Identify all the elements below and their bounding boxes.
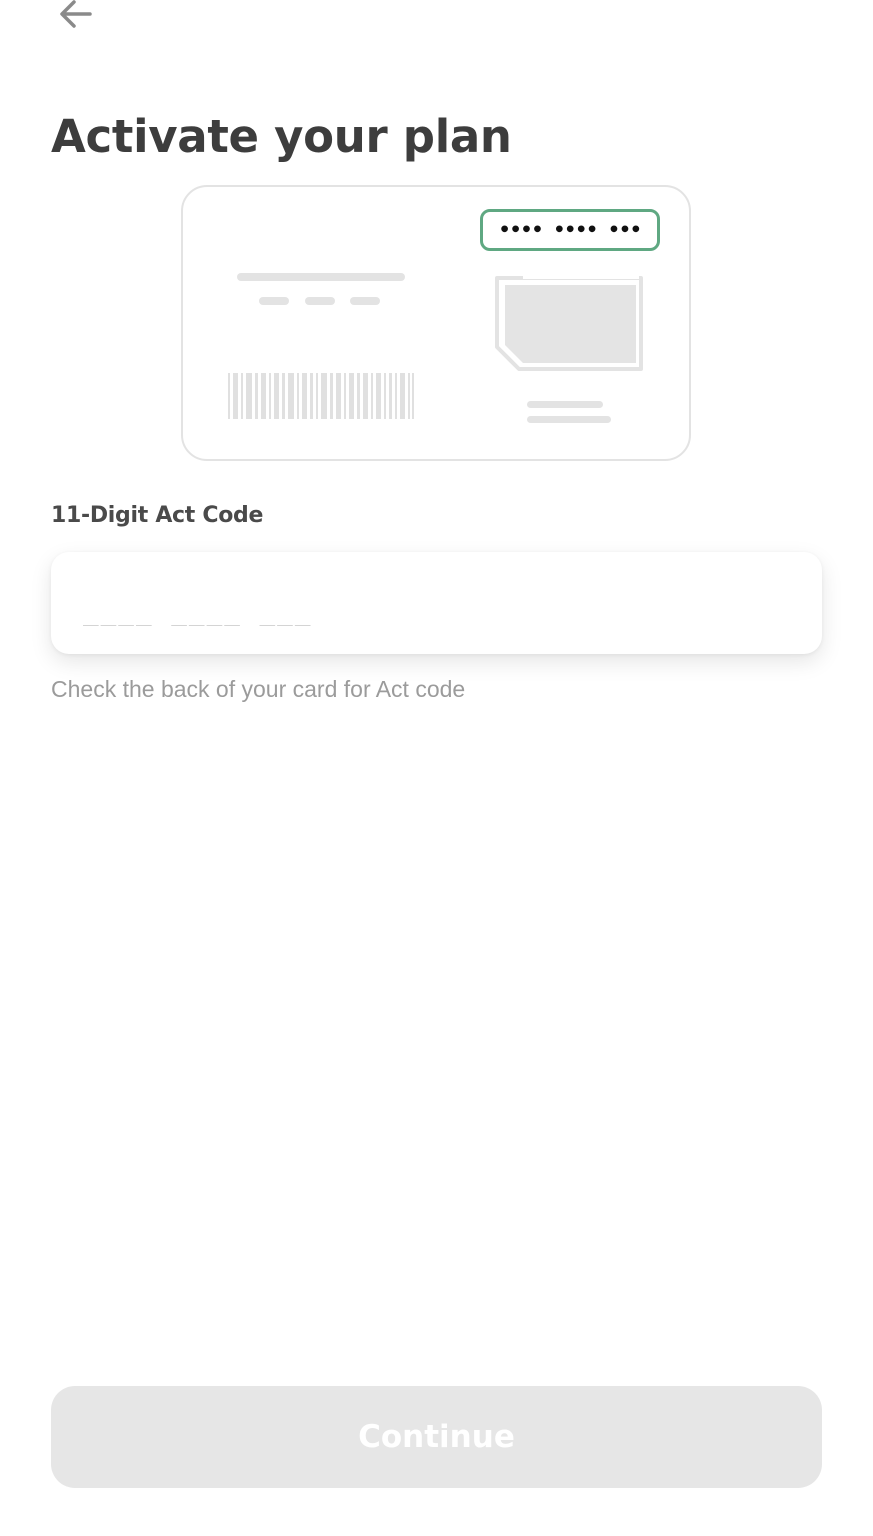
card-text-line bbox=[237, 273, 405, 281]
back-button[interactable] bbox=[50, 0, 102, 40]
act-code-highlight: •••• •••• ••• bbox=[480, 209, 660, 251]
act-code-input[interactable]: ____ ____ ___ bbox=[51, 552, 822, 654]
act-code-label: 11-Digit Act Code bbox=[51, 503, 264, 528]
card-text-line bbox=[527, 401, 603, 408]
card-text-dash bbox=[259, 297, 289, 305]
card-illustration: •••• •••• ••• bbox=[181, 185, 691, 461]
card-text-dash bbox=[350, 297, 380, 305]
card-text-dash bbox=[305, 297, 335, 305]
sim-chip-icon bbox=[495, 273, 643, 371]
page-title: Activate your plan bbox=[51, 110, 512, 163]
continue-button[interactable]: Continue bbox=[51, 1386, 822, 1488]
arrow-left-icon bbox=[60, 0, 92, 28]
barcode-icon bbox=[228, 373, 414, 419]
act-code-placeholder: ____ ____ ___ bbox=[83, 597, 313, 627]
helper-text: Check the back of your card for Act code bbox=[51, 676, 466, 702]
card-text-line bbox=[527, 416, 611, 423]
